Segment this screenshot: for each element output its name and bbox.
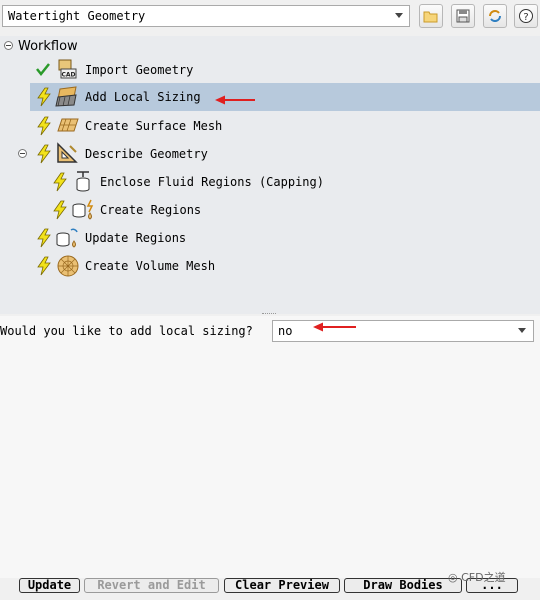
workflow-tree: Workflow CAD Import Geometry Add Local S…	[0, 36, 540, 314]
update-button[interactable]: Update	[19, 578, 80, 593]
add-local-sizing-question: Would you like to add local sizing?	[0, 324, 253, 338]
folder-open-icon	[423, 11, 438, 23]
capping-icon	[76, 171, 90, 192]
tree-item-update-regions[interactable]: Update Regions	[0, 225, 540, 251]
tree-item-label: Create Volume Mesh	[85, 259, 216, 273]
lightning-icon	[37, 87, 51, 107]
svg-text:CAD: CAD	[61, 72, 75, 79]
workflow-type-select[interactable]: Watertight Geometry	[2, 5, 410, 27]
watermark: ◎ CFD之道	[448, 569, 506, 585]
tree-item-create-surface-mesh[interactable]: Create Surface Mesh	[0, 113, 540, 139]
tree-item-create-regions[interactable]: Create Regions	[0, 197, 540, 223]
collapse-icon[interactable]	[4, 41, 13, 50]
revert-workflow-button[interactable]	[483, 4, 507, 28]
lightning-icon	[37, 116, 51, 136]
chevron-down-icon	[518, 328, 526, 333]
lightning-icon	[53, 172, 67, 192]
revert-and-edit-button[interactable]: Revert and Edit	[84, 578, 219, 593]
tree-item-label: Create Regions	[100, 203, 202, 217]
volume-mesh-icon	[57, 255, 79, 277]
describe-geometry-icon	[57, 142, 78, 163]
lightning-icon	[37, 256, 51, 276]
collapse-icon[interactable]	[18, 149, 27, 158]
tree-item-label: Update Regions	[85, 231, 187, 245]
help-button[interactable]: ?	[514, 4, 538, 28]
tree-item-enclose-fluid-regions[interactable]: Enclose Fluid Regions (Capping)	[0, 169, 540, 195]
workflow-type-value: Watertight Geometry	[8, 9, 146, 23]
watermark-logo-icon: ◎	[448, 571, 462, 584]
tree-item-describe-geometry[interactable]: Describe Geometry	[0, 141, 540, 167]
tree-item-add-local-sizing[interactable]: Add Local Sizing	[30, 83, 540, 111]
tree-item-label: Import Geometry	[85, 63, 194, 77]
annotation-arrow-icon	[215, 95, 255, 105]
tree-item-label: Create Surface Mesh	[85, 119, 223, 133]
tree-item-create-volume-mesh[interactable]: Create Volume Mesh	[0, 253, 540, 279]
workflow-toolbar: Watertight Geometry ?	[0, 0, 540, 36]
save-workflow-button[interactable]	[451, 4, 475, 28]
lightning-icon	[37, 228, 51, 248]
tree-item-import-geometry[interactable]: CAD Import Geometry	[0, 57, 540, 83]
save-icon	[456, 9, 470, 23]
tree-item-label: Enclose Fluid Regions (Capping)	[100, 175, 324, 189]
annotation-arrow-icon	[313, 322, 356, 332]
tree-item-label: Describe Geometry	[85, 147, 208, 161]
tree-root-label: Workflow	[18, 39, 78, 54]
task-properties-panel: Would you like to add local sizing? no	[0, 316, 540, 578]
update-regions-icon	[56, 228, 78, 248]
lightning-icon	[53, 200, 67, 220]
add-local-sizing-value: no	[278, 324, 293, 338]
check-icon	[36, 63, 50, 76]
lightning-icon	[37, 144, 51, 164]
chevron-down-icon	[395, 13, 403, 18]
watermark-text: CFD之道	[461, 571, 506, 584]
create-regions-icon	[72, 199, 94, 220]
help-icon: ?	[519, 9, 533, 23]
surface-mesh-icon	[57, 118, 79, 132]
tree-item-label: Add Local Sizing	[85, 90, 201, 104]
draw-bodies-button[interactable]: Draw Bodies	[344, 578, 462, 593]
refresh-icon	[489, 10, 501, 22]
open-workflow-button[interactable]	[419, 4, 443, 28]
local-sizing-icon	[55, 86, 77, 107]
svg-text:?: ?	[523, 12, 528, 23]
clear-preview-button[interactable]: Clear Preview	[224, 578, 340, 593]
cad-import-icon: CAD	[58, 59, 77, 79]
